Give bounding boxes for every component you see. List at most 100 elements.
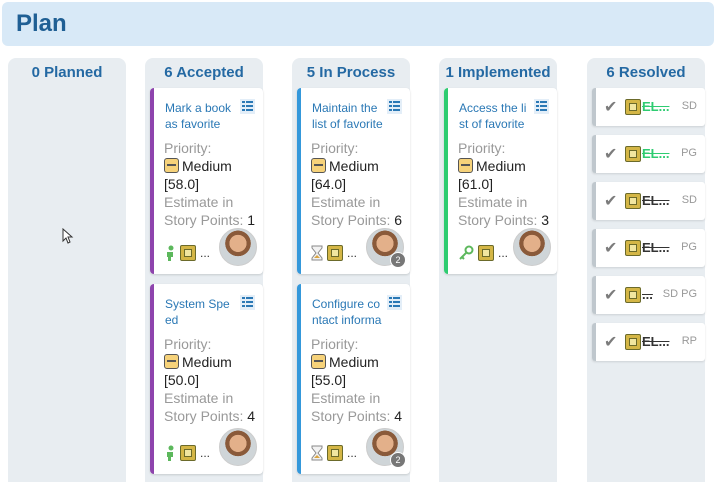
story-type-icon (327, 445, 343, 461)
column-accepted: 6 Accepted Mark a book as favorite Prior… (145, 58, 263, 482)
resolved-card[interactable]: ✔ EL... PG (592, 135, 705, 173)
priority-medium-icon (164, 158, 179, 173)
list-icon[interactable] (387, 99, 402, 114)
owner-initials: PG (681, 147, 697, 159)
resolved-card[interactable]: ✔... SD PG (592, 276, 705, 314)
card-key[interactable]: EL... (642, 334, 669, 349)
card-accent-bar (150, 88, 154, 274)
estimate-label: Estimate in (164, 194, 234, 210)
key-icon (459, 245, 474, 260)
owner-initials: SD (681, 100, 697, 112)
story-type-icon (180, 245, 196, 261)
priority-label: Priority: (164, 336, 212, 352)
owner-initials: SD (681, 194, 697, 206)
resolved-card[interactable]: ✔ EL... RP (592, 323, 705, 361)
list-icon[interactable] (240, 99, 255, 114)
story-card[interactable]: System Spe ed Priority: Medium [50.0] Es… (150, 284, 263, 474)
card-accent-bar (592, 323, 596, 361)
card-accent-bar (297, 88, 301, 274)
card-title[interactable]: Configure co ntact informa (312, 296, 384, 328)
owner-initials: PG (681, 241, 697, 253)
story-card[interactable]: Configure co ntact informa Priority: Med… (297, 284, 410, 474)
priority-label: Priority: (311, 336, 359, 352)
column-resolved: 6 Resolved ✔ EL... SD ✔ EL... PG ✔ EL... SD ✔ EL..… (587, 58, 705, 482)
card-key[interactable]: EL... (642, 193, 669, 208)
resolved-card[interactable]: ✔ EL... SD (592, 182, 705, 220)
card-title[interactable]: Maintain the list of favorite (312, 100, 384, 132)
card-accent-bar (297, 284, 301, 474)
card-key[interactable]: EL... (642, 240, 669, 255)
card-accent-bar (592, 88, 596, 126)
priority-medium-icon (164, 354, 179, 369)
story-type-icon (625, 287, 641, 303)
page-title: Plan (16, 10, 67, 37)
card-key[interactable]: ... (642, 287, 653, 302)
priority-label: Priority: (164, 140, 212, 156)
resolved-card[interactable]: ✔ EL... SD (592, 88, 705, 126)
card-title[interactable]: Mark a book as favorite (165, 100, 237, 132)
priority-value: Medium (311, 354, 379, 370)
story-points-value: 6 (394, 212, 403, 228)
priority-score: [55.0] (311, 372, 347, 388)
list-icon[interactable] (534, 99, 549, 114)
avatar[interactable] (219, 228, 257, 266)
check-icon: ✔ (604, 146, 618, 163)
check-icon: ✔ (604, 287, 618, 304)
story-type-icon (625, 146, 641, 162)
estimate-label: Estimate in (164, 390, 234, 406)
card-title[interactable]: Access the li st of favorite (459, 100, 531, 132)
owner-initials: SD PG (662, 288, 697, 300)
story-card[interactable]: Access the li st of favorite Priority: M… (444, 88, 557, 274)
card-key-ellipsis: ... (498, 246, 509, 260)
story-points-label: Story Points: 1 (164, 212, 256, 228)
card-key-ellipsis: ... (200, 246, 211, 260)
card-accent-bar (444, 88, 448, 274)
priority-score: [61.0] (458, 176, 494, 192)
story-type-icon (180, 445, 196, 461)
avatar[interactable] (219, 428, 257, 466)
card-key[interactable]: EL... (642, 99, 669, 114)
priority-value: Medium (458, 158, 526, 174)
priority-medium-icon (311, 158, 326, 173)
card-accent-bar (592, 276, 596, 314)
story-points-value: 1 (247, 212, 256, 228)
card-footer: ... (458, 244, 508, 262)
story-card[interactable]: Mark a book as favorite Priority: Medium… (150, 88, 263, 274)
card-key[interactable]: EL... (642, 146, 669, 161)
mouse-cursor-icon (62, 228, 74, 244)
check-icon: ✔ (604, 99, 618, 116)
avatar-count-badge: 2 (390, 252, 406, 268)
column-title: 6 Resolved (606, 64, 686, 81)
story-points-label: Story Points: 3 (458, 212, 550, 228)
list-icon[interactable] (387, 295, 402, 310)
priority-value: Medium (311, 158, 379, 174)
priority-value: Medium (164, 158, 232, 174)
card-key-ellipsis: ... (200, 446, 211, 460)
story-points-label: Story Points: 4 (311, 408, 403, 424)
list-icon[interactable] (240, 295, 255, 310)
card-key-ellipsis: ... (347, 446, 358, 460)
check-icon: ✔ (604, 334, 618, 351)
hourglass-icon (311, 245, 323, 261)
story-type-icon (478, 245, 494, 261)
story-points-label: Story Points: 4 (164, 408, 256, 424)
story-points-value: 4 (394, 408, 403, 424)
story-type-icon (625, 334, 641, 350)
column-title: 6 Accepted (164, 64, 244, 81)
person-icon (167, 245, 174, 261)
resolved-card[interactable]: ✔ EL... PG (592, 229, 705, 267)
card-footer: ... (311, 244, 357, 262)
story-type-icon (327, 245, 343, 261)
avatar-count-badge: 2 (390, 452, 406, 468)
avatar[interactable] (513, 228, 551, 266)
story-points-label: Story Points: 6 (311, 212, 403, 228)
story-card[interactable]: Maintain the list of favorite Priority: … (297, 88, 410, 274)
story-type-icon (625, 193, 641, 209)
estimate-label: Estimate in (311, 390, 381, 406)
card-accent-bar (592, 229, 596, 267)
card-title[interactable]: System Spe ed (165, 296, 237, 328)
column-implemented: 1 Implemented Access the li st of favori… (439, 58, 557, 482)
column-title: 0 Planned (31, 64, 103, 81)
owner-initials: RP (681, 335, 697, 347)
card-accent-bar (150, 284, 154, 474)
